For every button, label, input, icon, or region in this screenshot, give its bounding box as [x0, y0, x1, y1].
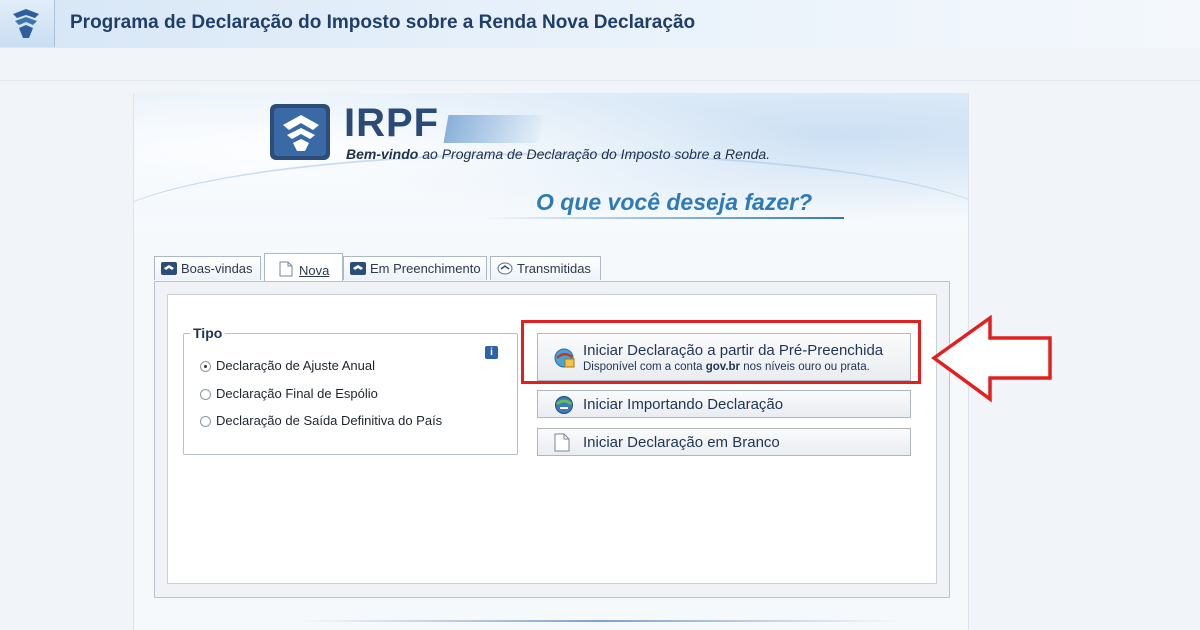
info-icon[interactable]: i	[485, 346, 498, 359]
blank-button[interactable]: Iniciar Declaração em Branco	[537, 428, 911, 456]
highlight-box	[521, 320, 921, 384]
import-title: Iniciar Importando Declaração	[583, 396, 784, 413]
toolbar-strip	[0, 48, 1200, 81]
receita-logo-icon	[13, 9, 39, 38]
title-bar: Programa de Declaração do Imposto sobre …	[0, 0, 1200, 49]
radio-indicator[interactable]	[200, 416, 211, 427]
tab-em-preenchimento[interactable]: Em Preenchimento	[343, 256, 487, 280]
radio-label: Declaração de Ajuste Anual	[216, 358, 375, 373]
radio-label: Declaração de Saída Definitiva do País	[216, 413, 443, 428]
radio-selected-indicator[interactable]	[200, 361, 211, 372]
footer-decoration	[300, 620, 900, 622]
app-logo	[0, 0, 55, 47]
window-title: Programa de Declaração do Imposto sobre …	[70, 12, 696, 33]
tipo-group: Tipo i Declaração de Ajuste Anual Declar…	[183, 325, 518, 455]
radio-saida-definitiva[interactable]: Declaração de Saída Definitiva do País	[200, 413, 442, 428]
tab-label: Boas-vindas	[181, 261, 253, 276]
tab-label: Em Preenchimento	[370, 261, 481, 276]
irpf-icon	[161, 262, 177, 275]
import-button[interactable]: Iniciar Importando Declaração	[537, 390, 911, 418]
radio-label: Declaração Final de Espólio	[216, 386, 378, 401]
left-arrow-icon	[931, 315, 1052, 403]
transmit-icon	[497, 262, 513, 275]
tipo-legend: Tipo	[190, 325, 226, 341]
radio-ajuste-anual[interactable]: Declaração de Ajuste Anual	[200, 358, 375, 373]
welcome-rest: ao Programa de Declaração do Imposto sob…	[418, 146, 771, 162]
brand-decoration	[443, 115, 544, 143]
radio-indicator[interactable]	[200, 389, 211, 400]
irpf-icon	[350, 262, 366, 275]
hero-banner: IRPF Bem-vindo ao Programa de Declaração…	[134, 93, 968, 233]
blank-title: Iniciar Declaração em Branco	[583, 434, 780, 451]
tab-boas-vindas[interactable]: Boas-vindas	[154, 256, 261, 280]
welcome-bold: Bem-vindo	[346, 146, 419, 162]
tab-label: Nova	[299, 263, 330, 278]
tab-transmitidas[interactable]: Transmitidas	[490, 256, 601, 280]
brand-text: IRPF	[344, 101, 440, 145]
welcome-text: Bem-vindo ao Programa de Declaração do I…	[346, 146, 770, 162]
document-icon	[279, 261, 295, 277]
radio-final-espolio[interactable]: Declaração Final de Espólio	[200, 386, 378, 401]
blank-document-icon	[554, 433, 570, 452]
irpf-logo-icon	[270, 104, 330, 160]
tab-label: Transmitidas	[517, 261, 591, 276]
import-icon	[555, 396, 573, 414]
question-heading: O que você deseja fazer?	[536, 189, 813, 215]
tab-nova[interactable]: Nova	[264, 253, 343, 282]
question-underline	[484, 217, 844, 219]
